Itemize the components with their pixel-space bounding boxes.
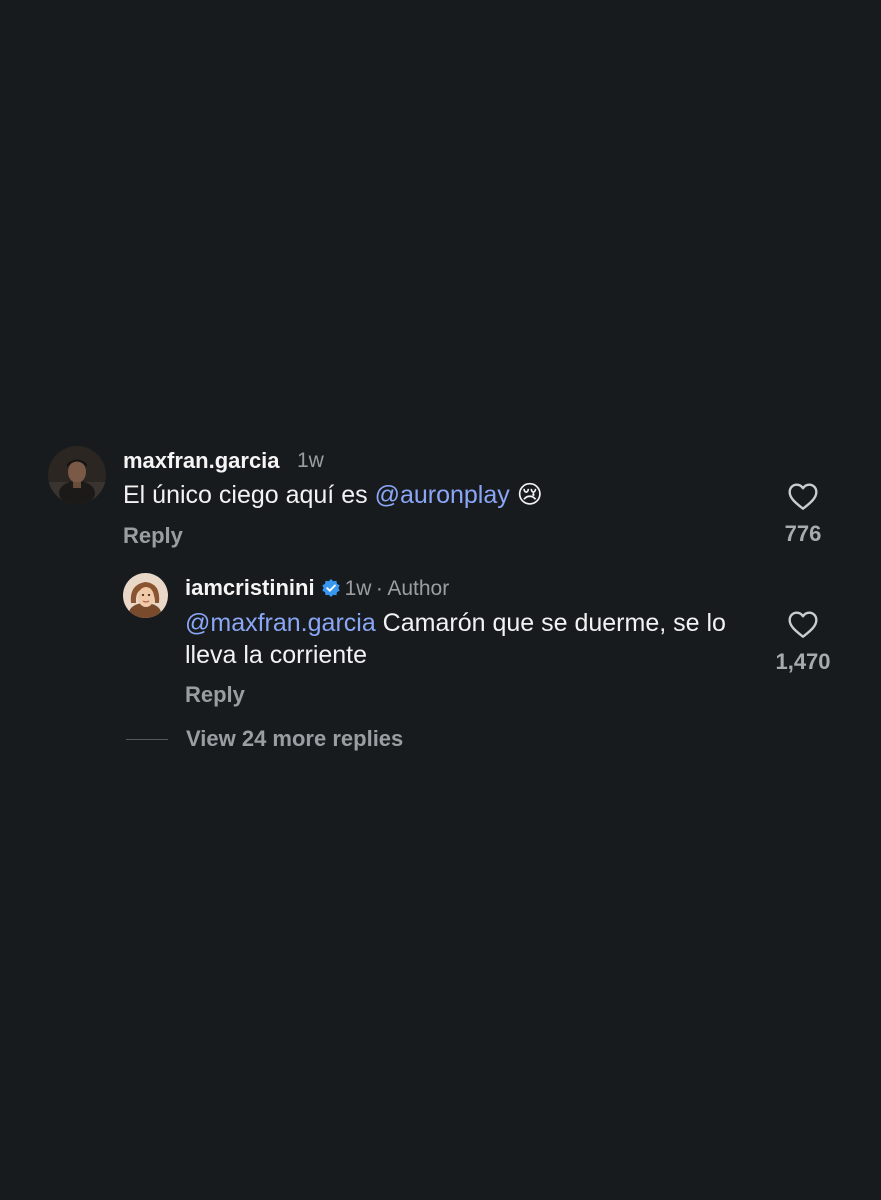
comments-screen: maxfran.garcia 1w El único ciego aquí es… (0, 0, 881, 1200)
reply-mention-link[interactable]: @maxfran.garcia (185, 609, 376, 637)
comment-like-count: 776 (784, 521, 822, 546)
heart-outline-icon[interactable] (787, 481, 819, 511)
comment-text: El único ciego aquí es @auronplay 😢 (123, 479, 723, 511)
view-more-replies-button[interactable]: View 24 more replies (126, 726, 403, 752)
comment-mention-link[interactable]: @auronplay (375, 481, 510, 509)
reply-like-count: 1,470 (775, 649, 831, 674)
heart-outline-icon[interactable] (787, 609, 819, 639)
verified-badge-icon (321, 579, 340, 597)
reply-reply-button[interactable]: Reply (185, 682, 245, 708)
author-label: Author (387, 577, 450, 600)
avatar-maxfran[interactable] (48, 446, 106, 504)
avatar-iamcristinini[interactable] (123, 573, 168, 618)
comment-like: 776 (763, 481, 843, 547)
thread-divider-line (126, 738, 168, 740)
reply-like: 1,470 (763, 609, 843, 675)
reply-text: @maxfran.garcia Camarón que se duerme, s… (185, 607, 755, 671)
reply-separator: · (375, 577, 383, 600)
reply-header: iamcristinini 1w · Author (185, 575, 449, 601)
reply-timestamp: 1w (344, 577, 372, 600)
crying-face-emoji: 😢 (516, 481, 543, 509)
comment-timestamp: 1w (297, 449, 324, 472)
comment-username[interactable]: maxfran.garcia (123, 448, 280, 474)
reply-username[interactable]: iamcristinini (185, 575, 315, 600)
comment-reply-button[interactable]: Reply (123, 523, 183, 549)
view-more-replies-label: View 24 more replies (186, 726, 404, 751)
comment-text-body: El único ciego aquí es (123, 481, 375, 509)
